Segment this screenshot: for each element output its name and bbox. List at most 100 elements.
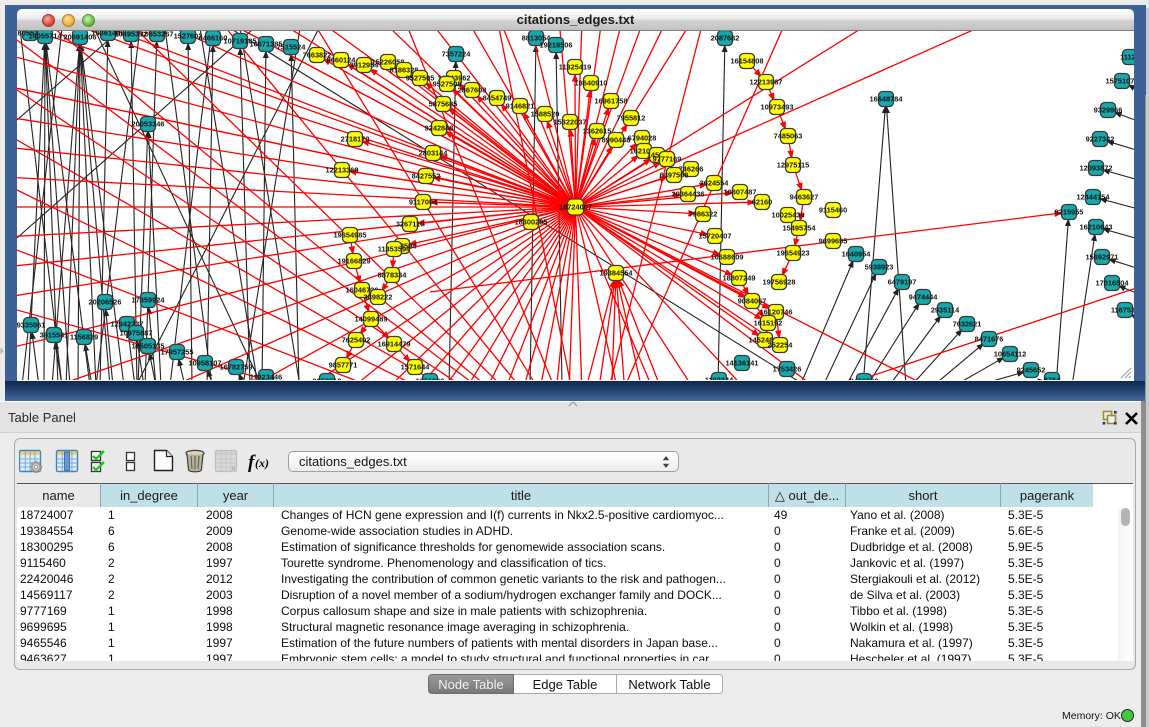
svg-text:9857771: 9857771	[329, 361, 358, 370]
svg-text:11325419: 11325419	[559, 63, 591, 72]
svg-text:9146821: 9146821	[506, 102, 535, 111]
svg-text:10025438: 10025438	[772, 211, 805, 220]
svg-text:1615192: 1615192	[754, 319, 783, 328]
svg-text:15751074: 15751074	[1106, 77, 1134, 86]
svg-text:19218506: 19218506	[540, 41, 573, 50]
svg-text:11353594: 11353594	[378, 245, 411, 254]
svg-text:1571644: 1571644	[401, 363, 431, 372]
svg-text:9527505: 9527505	[406, 74, 435, 83]
svg-text:18807249: 18807249	[723, 274, 756, 283]
svg-text:19756928: 19756928	[763, 278, 796, 287]
svg-text:6794028: 6794028	[628, 134, 657, 143]
svg-text:11923446: 11923446	[250, 373, 282, 380]
svg-text:18300295: 18300295	[515, 218, 548, 227]
svg-text:17957255: 17957255	[161, 348, 194, 357]
svg-text:3498222: 3498222	[364, 293, 393, 302]
svg-text:1640954: 1640954	[842, 250, 872, 259]
svg-text:8471676: 8471676	[975, 335, 1004, 344]
svg-text:9350512: 9350512	[313, 377, 342, 380]
svg-text:7955812: 7955812	[617, 114, 646, 123]
svg-text:19166829: 19166829	[338, 257, 371, 266]
svg-text:16154808: 16154808	[731, 57, 764, 66]
svg-text:14055714: 14055714	[29, 32, 63, 41]
svg-text:7485063: 7485063	[774, 132, 803, 141]
svg-text:8878334: 8878334	[378, 271, 408, 280]
svg-text:9777169: 9777169	[653, 155, 682, 164]
svg-text:16782759: 16782759	[220, 363, 253, 372]
svg-text:9245652: 9245652	[1017, 366, 1046, 375]
svg-text:1192344: 1192344	[705, 376, 734, 380]
svg-text:1156829: 1156829	[70, 333, 98, 342]
svg-text:17016504: 17016504	[1096, 279, 1130, 288]
svg-text:9335061: 9335061	[17, 321, 45, 330]
svg-text:12975115: 12975115	[777, 161, 809, 170]
svg-text:8427552: 8427552	[412, 172, 441, 181]
svg-text:14136141: 14136141	[726, 359, 759, 368]
svg-text:3915541: 3915541	[40, 331, 69, 340]
svg-text:15495754: 15495754	[783, 224, 817, 233]
svg-text:6497568: 6497568	[660, 171, 689, 180]
svg-text:3624554: 3624554	[700, 179, 730, 188]
svg-text:10653267: 10653267	[141, 31, 174, 39]
svg-text:5875685: 5875685	[429, 100, 458, 109]
svg-text:8764: 8764	[1044, 376, 1061, 380]
svg-text:9227342: 9227342	[1086, 135, 1115, 144]
svg-text:9117004: 9117004	[409, 198, 438, 207]
svg-text:10973493: 10973493	[761, 103, 794, 112]
svg-text:16914479: 16914479	[378, 340, 411, 349]
svg-text:12213967: 12213967	[750, 78, 783, 87]
svg-text:16961758: 16961758	[595, 97, 628, 106]
svg-text:9699695: 9699695	[819, 237, 848, 246]
svg-text:2803144: 2803144	[419, 149, 449, 158]
svg-text:16648784: 16648784	[870, 95, 904, 104]
svg-text:15322037: 15322037	[554, 118, 587, 127]
svg-text:2935114: 2935114	[931, 306, 960, 315]
svg-text:7357224: 7357224	[442, 50, 472, 59]
svg-text:14099489: 14099489	[355, 315, 388, 324]
svg-text:10958107: 10958107	[189, 359, 222, 368]
svg-text:10975887: 10975887	[120, 329, 153, 338]
svg-text:9115460: 9115460	[819, 206, 847, 215]
svg-text:9450502: 9450502	[850, 377, 879, 380]
svg-text:252254: 252254	[768, 341, 794, 350]
svg-text:12093872: 12093872	[1080, 164, 1113, 173]
svg-text:8215955: 8215955	[1055, 208, 1084, 217]
svg-text:19654985: 19654985	[334, 231, 367, 240]
svg-text:6479197: 6479197	[888, 278, 917, 287]
svg-text:15692971: 15692971	[1086, 253, 1119, 262]
svg-text:12505135: 12505135	[132, 342, 165, 351]
svg-text:9527508: 9527508	[433, 80, 462, 89]
svg-text:7632621: 7632621	[953, 320, 982, 329]
svg-text:7986322: 7986322	[689, 210, 718, 219]
svg-text:18640910: 18640910	[575, 79, 608, 88]
svg-text:1362615: 1362615	[583, 127, 612, 136]
svg-text:62160: 62160	[752, 198, 773, 207]
svg-text:9242848: 9242848	[425, 124, 454, 133]
svg-text:16210643: 16210643	[1080, 223, 1113, 232]
svg-text:18724007: 18724007	[559, 203, 592, 212]
svg-text:20364436: 20364436	[672, 190, 705, 199]
svg-text:20206526: 20206526	[89, 298, 122, 307]
svg-text:9084067: 9084067	[738, 297, 767, 306]
svg-text:17359924: 17359924	[132, 296, 166, 305]
svg-text:8990448: 8990448	[602, 136, 631, 145]
svg-text:10807487: 10807487	[724, 188, 757, 197]
svg-text:19654923: 19654923	[777, 249, 810, 258]
svg-text:2867608: 2867608	[458, 86, 487, 95]
svg-text:2718170: 2718170	[341, 135, 370, 144]
svg-text:10688609: 10688609	[711, 253, 744, 262]
svg-text:19384554: 19384554	[600, 269, 634, 278]
svg-text:9474444: 9474444	[909, 293, 939, 302]
svg-text:3267110: 3267110	[396, 220, 424, 229]
svg-text:1167531: 1167531	[1111, 306, 1134, 315]
svg-text:9329966: 9329966	[1094, 106, 1123, 115]
svg-text:9463627: 9463627	[790, 193, 819, 202]
svg-text:(x): (x)	[255, 456, 269, 470]
svg-text:10654112: 10654112	[994, 350, 1026, 359]
svg-text:12444154: 12444154	[1077, 193, 1111, 202]
svg-text:15720407: 15720407	[699, 232, 732, 241]
svg-text:20053346: 20053346	[132, 120, 165, 129]
svg-text:7625402: 7625402	[342, 336, 371, 345]
svg-text:12213369: 12213369	[326, 166, 359, 175]
svg-text:1851209: 1851209	[416, 377, 445, 380]
